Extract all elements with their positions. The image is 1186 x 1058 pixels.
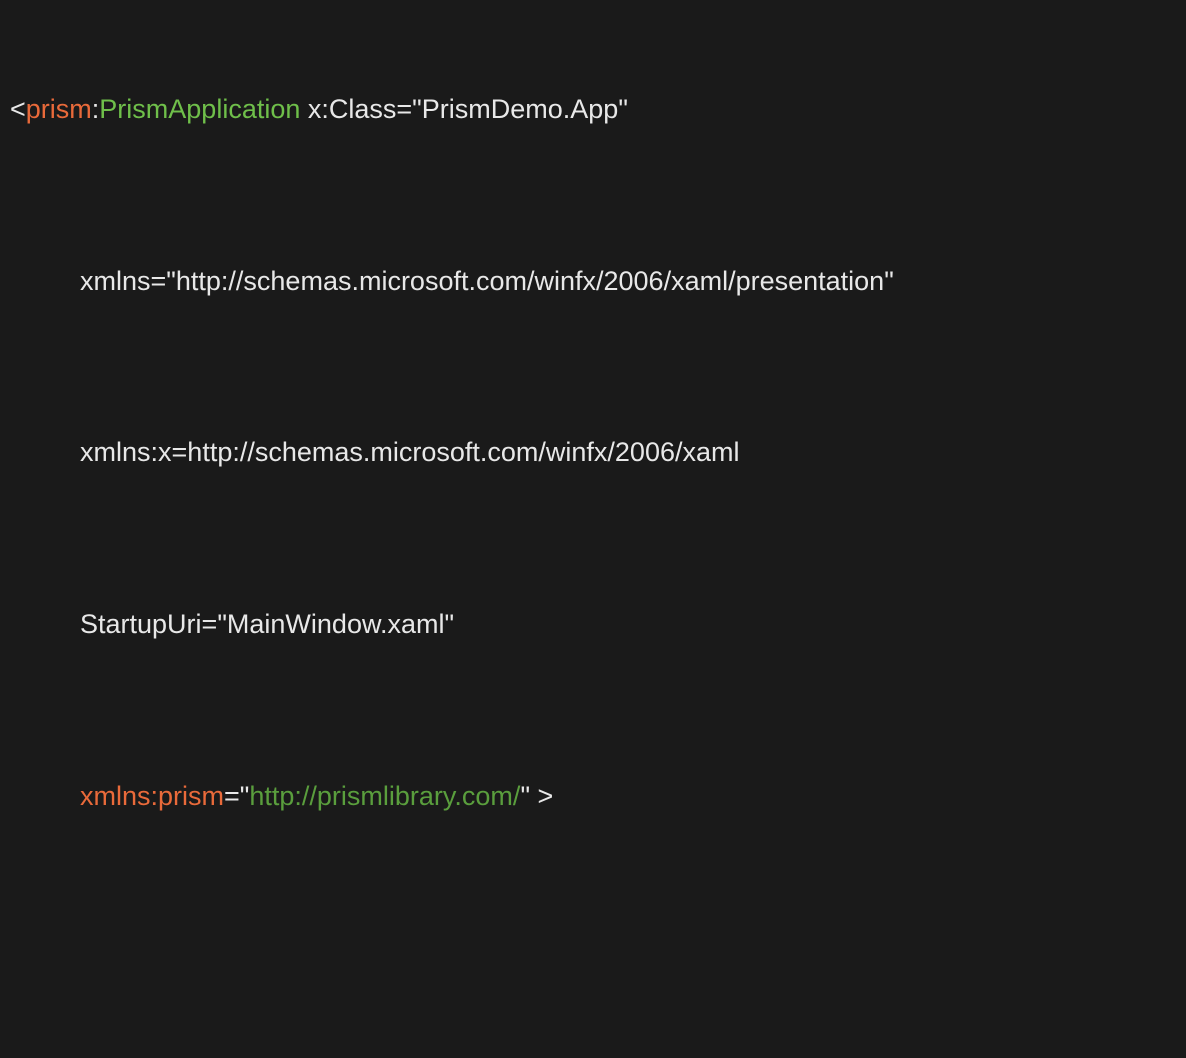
code-line-open-tag: <prism:PrismApplication x:Class="PrismDe… (10, 91, 1176, 127)
code-line-xmlns-x: xmlns:x=http://schemas.microsoft.com/win… (10, 434, 1176, 470)
tag-close: > (530, 781, 553, 811)
attr-name: StartupUri (80, 609, 202, 639)
code-line-xmlns-prism: xmlns:prism="http://prismlibrary.com/" > (10, 778, 1176, 814)
attr-value: http://schemas.microsoft.com/winfx/2006/… (187, 437, 739, 467)
equals-quote: =" (202, 609, 227, 639)
element-name: PrismApplication (99, 94, 300, 124)
quote-close: " (618, 94, 628, 124)
equals-quote: =" (224, 781, 249, 811)
code-line-startupuri: StartupUri="MainWindow.xaml" (10, 606, 1176, 642)
attr-value: MainWindow.xaml (227, 609, 445, 639)
equals-quote: =" (151, 266, 176, 296)
attr-name: xmlns (80, 266, 151, 296)
blank-line (10, 950, 1176, 1010)
quote-close: " (884, 266, 894, 296)
attr-name: xmlns:prism (80, 781, 224, 811)
equals: = (172, 437, 188, 467)
attr-value: http://prismlibrary.com/ (249, 781, 520, 811)
attr-value: PrismDemo.App (422, 94, 619, 124)
attr-name: x:Class (300, 94, 396, 124)
namespace-prefix: prism (26, 94, 92, 124)
quote-close: " (444, 609, 454, 639)
attr-name: xmlns:x (80, 437, 172, 467)
angle-bracket: < (10, 94, 26, 124)
attr-value: http://schemas.microsoft.com/winfx/2006/… (176, 266, 884, 296)
quote-close: " (520, 781, 530, 811)
code-line-xmlns: xmlns="http://schemas.microsoft.com/winf… (10, 263, 1176, 299)
equals-quote: =" (396, 94, 421, 124)
xaml-code-block: <prism:PrismApplication x:Class="PrismDe… (10, 18, 1176, 1058)
